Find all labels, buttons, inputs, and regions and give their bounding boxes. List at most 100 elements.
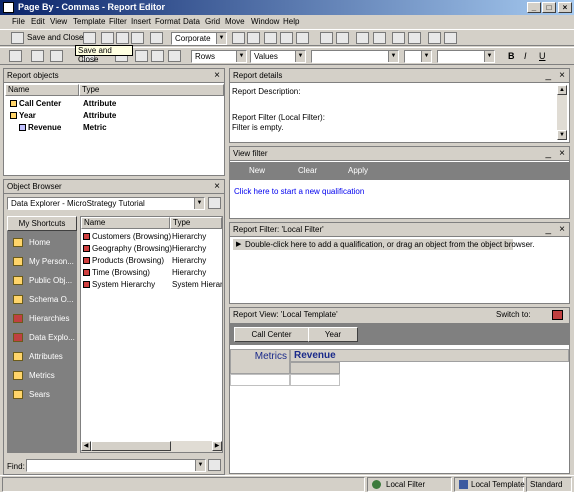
menu-data[interactable]: Data bbox=[183, 17, 200, 26]
sort-icon[interactable] bbox=[320, 32, 333, 44]
save-disk-icon[interactable] bbox=[83, 32, 96, 44]
rows-select[interactable]: Rows ▼ bbox=[191, 50, 247, 63]
menu-format[interactable]: Format bbox=[155, 17, 180, 26]
underline-button[interactable]: U bbox=[539, 51, 546, 61]
status-local-filter[interactable]: Local Filter bbox=[367, 477, 452, 492]
subtotals-icon[interactable] bbox=[373, 32, 386, 44]
scroll-right-icon[interactable]: ▶ bbox=[212, 441, 222, 451]
font-size-select[interactable]: ▼ bbox=[404, 50, 432, 63]
column-header-name[interactable]: Name bbox=[5, 84, 79, 96]
list-item[interactable]: System Hierarchy bbox=[83, 279, 155, 290]
run-report-icon[interactable] bbox=[150, 32, 163, 44]
maximize-button[interactable]: □ bbox=[542, 2, 556, 13]
apply-button[interactable]: Apply bbox=[348, 166, 368, 175]
page-by-icon[interactable] bbox=[50, 50, 63, 62]
minimize-button[interactable]: _ bbox=[527, 2, 541, 13]
nav-my-personal[interactable]: My Person... bbox=[7, 252, 76, 271]
graph-view-icon[interactable] bbox=[247, 32, 260, 44]
grid-view-icon[interactable] bbox=[232, 32, 245, 44]
menu-template[interactable]: Template bbox=[73, 17, 105, 26]
nav-public-objects[interactable]: Public Obj... bbox=[7, 271, 76, 290]
close-icon[interactable]: × bbox=[559, 223, 565, 236]
outline-icon[interactable] bbox=[135, 50, 148, 62]
menu-help[interactable]: Help bbox=[283, 17, 299, 26]
horizontal-scrollbar[interactable]: ◀ ▶ bbox=[81, 441, 222, 452]
refresh-icon[interactable] bbox=[31, 50, 44, 62]
italic-button[interactable]: I bbox=[524, 51, 527, 61]
menu-view[interactable]: View bbox=[50, 17, 67, 26]
nav-metrics[interactable]: Metrics bbox=[7, 366, 76, 385]
pivot-icon[interactable] bbox=[356, 32, 369, 44]
save-and-close-button[interactable]: Save and Close bbox=[27, 33, 83, 42]
nav-attributes[interactable]: Attributes bbox=[7, 347, 76, 366]
export-icon[interactable] bbox=[444, 32, 457, 44]
scroll-thumb[interactable] bbox=[91, 441, 171, 451]
close-icon[interactable]: × bbox=[214, 69, 220, 82]
menu-edit[interactable]: Edit bbox=[31, 17, 45, 26]
scroll-up-icon[interactable]: ▲ bbox=[557, 85, 567, 95]
metrics-header[interactable]: Metrics bbox=[230, 349, 290, 374]
print-icon[interactable] bbox=[131, 32, 144, 44]
vertical-scrollbar[interactable]: ▲ ▼ bbox=[557, 85, 567, 140]
nav-home[interactable]: Home bbox=[7, 233, 76, 252]
column-header-name[interactable]: Name bbox=[81, 217, 170, 229]
chart-icon[interactable] bbox=[552, 310, 563, 320]
nav-sears[interactable]: Sears bbox=[7, 385, 76, 404]
close-icon[interactable]: × bbox=[559, 147, 565, 160]
call-center-button[interactable]: Call Center bbox=[234, 327, 309, 342]
list-item[interactable]: Geography (Browsing) bbox=[83, 243, 172, 254]
menu-move[interactable]: Move bbox=[225, 17, 245, 26]
minimize-icon[interactable]: _ bbox=[545, 223, 551, 236]
clear-button[interactable]: Clear bbox=[298, 166, 317, 175]
close-icon[interactable]: × bbox=[214, 180, 220, 193]
bold-button[interactable]: B bbox=[508, 51, 515, 61]
folder-up-icon[interactable] bbox=[208, 197, 221, 209]
close-icon[interactable]: × bbox=[559, 69, 565, 82]
list-item[interactable]: Revenue bbox=[19, 122, 61, 133]
edit-filter-icon[interactable] bbox=[428, 32, 441, 44]
help-icon[interactable] bbox=[408, 32, 421, 44]
banding-icon[interactable] bbox=[168, 50, 181, 62]
open-icon[interactable] bbox=[101, 32, 114, 44]
print-preview-icon[interactable] bbox=[116, 32, 129, 44]
close-window-button[interactable]: × bbox=[558, 2, 572, 13]
objects-icon[interactable] bbox=[9, 50, 22, 62]
scroll-left-icon[interactable]: ◀ bbox=[81, 441, 91, 451]
menu-filter[interactable]: Filter bbox=[109, 17, 127, 26]
status-local-template[interactable]: Local Template bbox=[454, 477, 525, 492]
grid-graph-icon[interactable] bbox=[264, 32, 277, 44]
revenue-header[interactable]: Revenue bbox=[290, 349, 569, 362]
menu-file[interactable]: File bbox=[12, 17, 25, 26]
list-item[interactable]: Call Center bbox=[10, 98, 61, 109]
column-header-type[interactable]: Type bbox=[79, 84, 224, 96]
data-source-select[interactable]: Data Explorer - MicroStrategy Tutorial ▼ bbox=[7, 197, 205, 210]
scroll-down-icon[interactable]: ▼ bbox=[557, 130, 567, 140]
new-button[interactable]: New bbox=[249, 166, 265, 175]
my-shortcuts-tab[interactable]: My Shortcuts bbox=[7, 216, 77, 231]
add-icon[interactable] bbox=[392, 32, 405, 44]
column-header-type[interactable]: Type bbox=[170, 217, 222, 229]
nav-schema-objects[interactable]: Schema O... bbox=[7, 290, 76, 309]
nav-data-explorer[interactable]: Data Explo... bbox=[7, 328, 76, 347]
save-icon[interactable] bbox=[11, 32, 24, 44]
list-item[interactable]: Products (Browsing) bbox=[83, 255, 164, 266]
values-select[interactable]: Values ▼ bbox=[250, 50, 306, 63]
list-item[interactable]: Year bbox=[10, 110, 36, 121]
sql-view-icon[interactable] bbox=[296, 32, 309, 44]
minimize-icon[interactable]: _ bbox=[545, 69, 551, 82]
menu-grid[interactable]: Grid bbox=[205, 17, 220, 26]
sort-desc-icon[interactable] bbox=[336, 32, 349, 44]
table-icon[interactable] bbox=[280, 32, 293, 44]
year-button[interactable]: Year bbox=[308, 327, 358, 342]
font-select[interactable]: ▼ bbox=[311, 50, 399, 63]
new-qualification-link[interactable]: Click here to start a new qualification bbox=[234, 187, 364, 196]
menu-window[interactable]: Window bbox=[251, 17, 279, 26]
list-item[interactable]: Time (Browsing) bbox=[83, 267, 150, 278]
menu-insert[interactable]: Insert bbox=[131, 17, 151, 26]
filter-funnel-icon[interactable] bbox=[208, 459, 221, 471]
add-qualification-hint[interactable]: ▶ Double-click here to add a qualificati… bbox=[233, 239, 535, 250]
find-input[interactable]: ▼ bbox=[26, 459, 206, 472]
minimize-icon[interactable]: _ bbox=[545, 147, 551, 160]
font-color-select[interactable]: ▼ bbox=[437, 50, 495, 63]
derived-icon[interactable] bbox=[151, 50, 164, 62]
